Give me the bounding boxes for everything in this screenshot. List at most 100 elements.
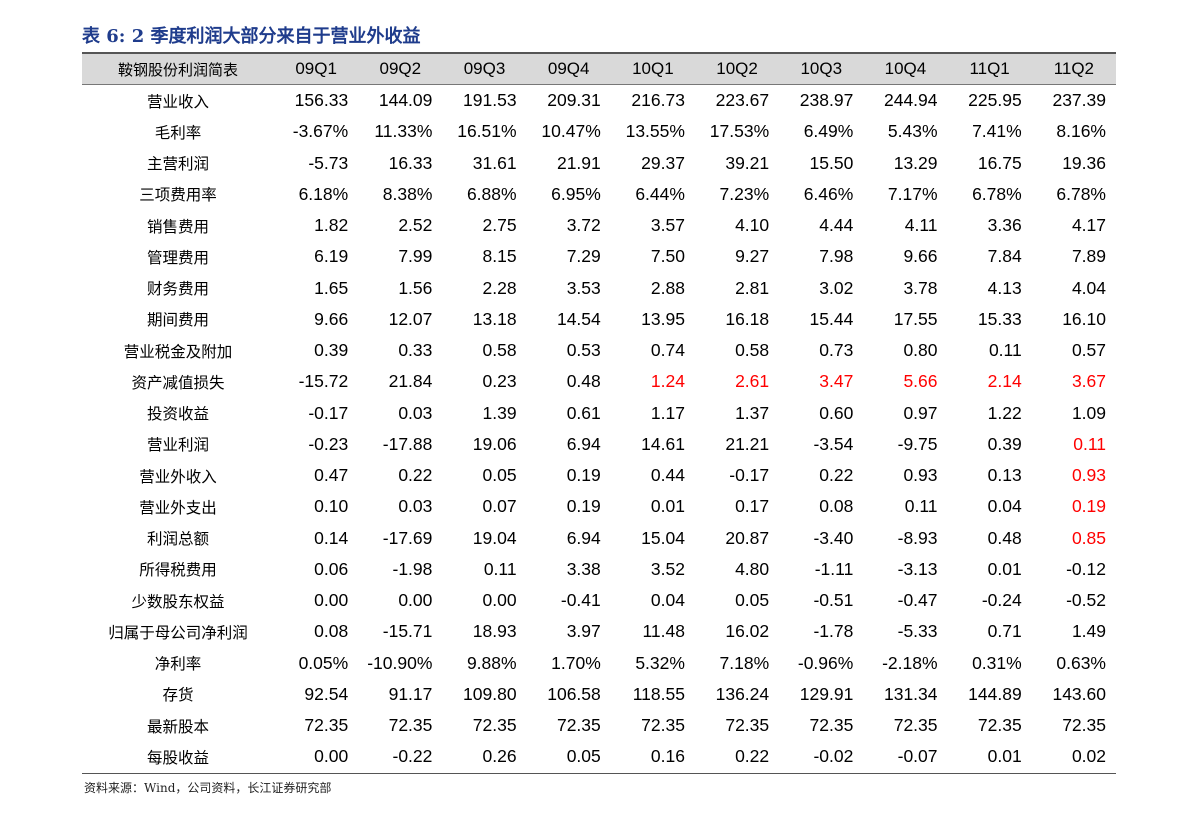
- table-cell: 72.35: [893, 715, 938, 736]
- table-cell: 92.54: [304, 683, 349, 704]
- row-label: 期间费用: [147, 311, 210, 330]
- table-row: 每股收益 0.00 -0.22 0.26 0.05 0.16 0.22 -0.02 -0.07 0…: [82, 741, 1116, 774]
- table-cell: -17.88: [382, 433, 433, 454]
- table-cell: -0.96%: [797, 652, 854, 673]
- table-cell: 72.35: [641, 715, 685, 736]
- table-cell: 144.89: [968, 683, 1022, 704]
- table-cell: 2.14: [987, 371, 1022, 392]
- table-cell: 144.09: [378, 90, 433, 111]
- table-cell: 223.67: [715, 90, 770, 111]
- table-cell: -9.75: [897, 433, 938, 454]
- table-cell: 21.21: [725, 433, 770, 454]
- table-cell: 16.51%: [457, 121, 517, 142]
- table-cell: 16.75: [977, 152, 1022, 173]
- table-cell: 0.04: [987, 496, 1022, 517]
- table-cell: 0.74: [650, 340, 685, 361]
- table-cell: -0.41: [560, 590, 601, 611]
- table-cell: 0.07: [482, 496, 517, 517]
- table-cell: 7.17%: [887, 183, 938, 204]
- table-row: 销售费用 1.82 2.52 2.75 3.72 3.57 4.10 4.44 4.11 3.36…: [82, 210, 1116, 241]
- table-cell: -3.40: [813, 527, 854, 548]
- table-cell: 0.11: [904, 496, 938, 517]
- table-cell: 2.81: [735, 277, 770, 298]
- table-cell: 1.24: [650, 371, 685, 392]
- table-cell: 20.87: [725, 527, 770, 548]
- table-cell: -8.93: [897, 527, 938, 548]
- table-cell: 156.33: [294, 90, 349, 111]
- table-cell: 0.85: [1071, 527, 1106, 548]
- table-row: 营业外收入 0.47 0.22 0.05 0.19 0.44 -0.17 0.22 0.93 0.…: [82, 460, 1116, 491]
- table-cell: 0.93: [1071, 465, 1106, 486]
- table-cell: 3.38: [566, 558, 601, 579]
- row-label: 利润总额: [147, 530, 210, 549]
- table-row: 营业税金及附加 0.39 0.33 0.58 0.53 0.74 0.58 0.73 0.80 0…: [82, 335, 1116, 366]
- source-note: 资料来源：Wind，公司资料，长江证券研究部: [84, 781, 332, 795]
- table-cell: 0.10: [314, 496, 349, 517]
- table-cell: 191.53: [463, 90, 517, 111]
- table-cell: 4.17: [1071, 215, 1106, 236]
- table-row: 投资收益 -0.17 0.03 1.39 0.61 1.17 1.37 0.60 0.97 1.2…: [82, 398, 1116, 429]
- table-row: 净利率 0.05% -10.90% 9.88% 1.70% 5.32% 7.18% -0.96…: [82, 648, 1116, 679]
- table-cell: 7.50: [650, 246, 685, 267]
- row-label: 资产减值损失: [131, 373, 225, 392]
- table-cell: 238.97: [799, 90, 854, 111]
- table-cell: 1.22: [987, 402, 1022, 423]
- table-cell: 72.35: [725, 715, 770, 736]
- table-cell: 11.48: [642, 621, 685, 642]
- table-cell: 0.11: [483, 558, 517, 579]
- table-cell: -0.17: [308, 402, 349, 423]
- table-cell: 6.78%: [1056, 183, 1106, 204]
- table-cell: 0.73: [819, 340, 854, 361]
- column-header: 10Q3: [779, 52, 864, 85]
- row-label: 投资收益: [147, 405, 210, 424]
- table-cell: -0.52: [1066, 590, 1106, 611]
- table-cell: -2.18%: [882, 652, 938, 673]
- row-label: 管理费用: [147, 248, 210, 267]
- table-cell: 12.07: [388, 308, 433, 329]
- table-cell: 0.19: [1071, 496, 1106, 517]
- table-cell: 2.88: [650, 277, 685, 298]
- table-row: 营业外支出 0.10 0.03 0.07 0.19 0.01 0.17 0.08 0.11 0.0…: [82, 491, 1116, 522]
- table-cell: 1.49: [1071, 621, 1106, 642]
- table-cell: 4.10: [735, 215, 770, 236]
- table-cell: 0.06: [314, 558, 349, 579]
- table-cell: 0.22: [694, 741, 780, 774]
- table-cell: 19.06: [472, 433, 517, 454]
- table-row: 少数股东权益 0.00 0.00 0.00 -0.41 0.04 0.05 -0.51 -0.4…: [82, 585, 1116, 616]
- table-cell: 31.61: [472, 152, 517, 173]
- row-label: 少数股东权益: [131, 592, 225, 611]
- table-cell: 91.17: [388, 683, 433, 704]
- column-header: 09Q1: [274, 52, 359, 85]
- table-cell: 129.91: [799, 683, 854, 704]
- table-cell: 6.19: [314, 246, 349, 267]
- table-cell: 72.35: [388, 715, 433, 736]
- table-cell: 3.36: [987, 215, 1022, 236]
- table-cell: 0.22: [398, 465, 433, 486]
- table-cell: 6.44%: [635, 183, 685, 204]
- table-cell: 13.55%: [625, 121, 685, 142]
- table-cell: -0.07: [863, 741, 948, 774]
- table-cell: 216.73: [631, 90, 685, 111]
- table-cell: -15.72: [298, 371, 349, 392]
- table-cell: 17.53%: [709, 121, 770, 142]
- column-header: 09Q4: [526, 52, 611, 85]
- table-cell: 6.18%: [298, 183, 349, 204]
- table-cell: 106.58: [547, 683, 601, 704]
- table-cell: 5.32%: [635, 652, 685, 673]
- table-cell: 5.66: [903, 371, 938, 392]
- table-cell: 0.63%: [1056, 652, 1106, 673]
- table-cell: -10.90%: [367, 652, 433, 673]
- row-label: 每股收益: [82, 741, 275, 774]
- table-cell: -1.11: [814, 558, 854, 579]
- table-cell: 3.53: [566, 277, 601, 298]
- table-cell: 0.19: [566, 465, 601, 486]
- table-cell: 13.18: [472, 308, 517, 329]
- table-cell: 16.10: [1062, 308, 1106, 329]
- table-cell: 0.53: [566, 340, 601, 361]
- table-cell: 0.97: [903, 402, 938, 423]
- table-cell: 7.18%: [719, 652, 770, 673]
- table-cell: 3.67: [1071, 371, 1106, 392]
- table-cell: 244.94: [883, 90, 938, 111]
- table-cell: 0.03: [398, 496, 433, 517]
- table-cell: 1.09: [1071, 402, 1106, 423]
